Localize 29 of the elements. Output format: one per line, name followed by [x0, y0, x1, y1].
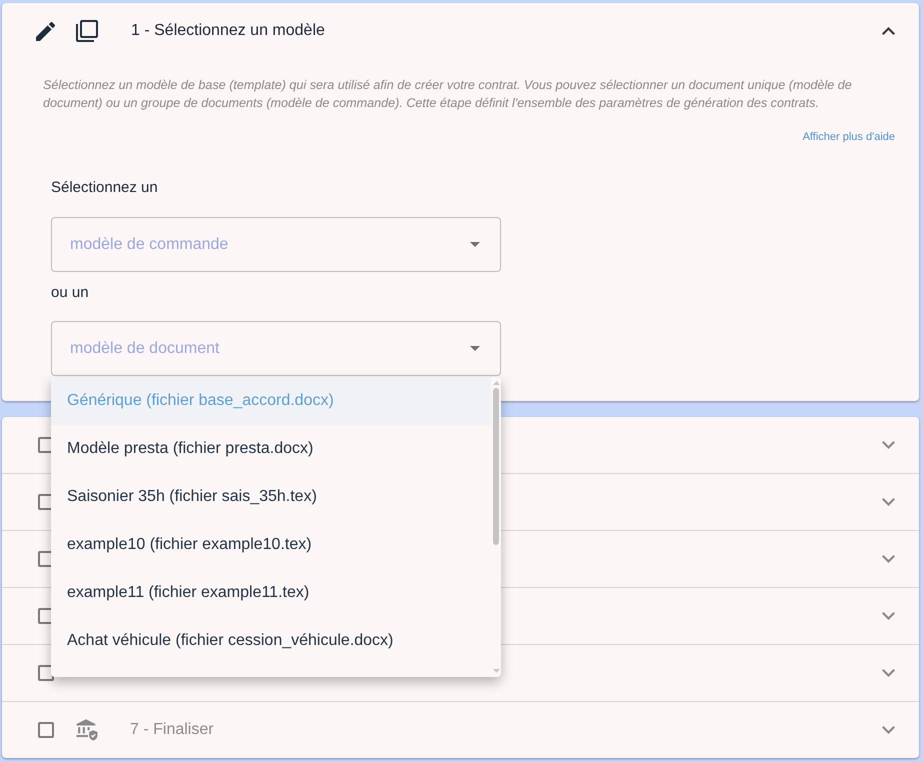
dropdown-option[interactable]: Modèle presta (fichier presta.docx) [51, 425, 491, 473]
chevron-down-icon[interactable] [882, 669, 895, 677]
dropdown-option[interactable]: Saisonier 35h (fichier sais_35h.tex) [51, 473, 491, 521]
checkbox[interactable] [38, 494, 54, 510]
caret-down-icon [470, 346, 480, 351]
chevron-up-icon[interactable] [882, 27, 895, 35]
dropdown-option[interactable]: example10 (fichier example10.tex) [51, 521, 491, 569]
chevron-down-icon[interactable] [882, 498, 895, 506]
checkbox[interactable] [38, 722, 54, 738]
dropdown-option[interactable]: Achat véhicule (fichier cession_véhicule.docx) [51, 617, 491, 665]
chevron-down-icon[interactable] [882, 555, 895, 563]
checkbox[interactable] [38, 551, 54, 567]
help-text: Sélectionnez un modèle de base (template) qui sera utilisé afin de créer votre contrat. Vous pouvez sélectionner un document unique (modèle de document) ou un groupe de documents (modèle de commande). Cette étape définit l'ensemble des paramètres de génération des contrats. [42, 77, 853, 112]
chevron-down-icon[interactable] [882, 441, 895, 449]
pencil-icon[interactable] [36, 22, 55, 40]
copy-icon[interactable] [76, 20, 98, 42]
dropdown-option[interactable]: example11 (fichier example11.tex) [51, 569, 491, 617]
scrollbar-thumb[interactable] [493, 388, 499, 545]
caret-down-icon [470, 242, 480, 247]
checkbox[interactable] [38, 437, 54, 453]
chevron-down-icon[interactable] [882, 612, 895, 620]
prompt-label: Sélectionnez un [51, 178, 158, 198]
step-title: 7 - Finaliser [130, 720, 214, 740]
checkbox[interactable] [38, 665, 54, 681]
checkbox[interactable] [38, 608, 54, 624]
chevron-down-icon[interactable] [882, 726, 895, 734]
bank-shield-icon [76, 718, 98, 742]
prompt-label: ou un [51, 283, 89, 303]
step-title: 1 - Sélectionnez un modèle [131, 21, 325, 41]
